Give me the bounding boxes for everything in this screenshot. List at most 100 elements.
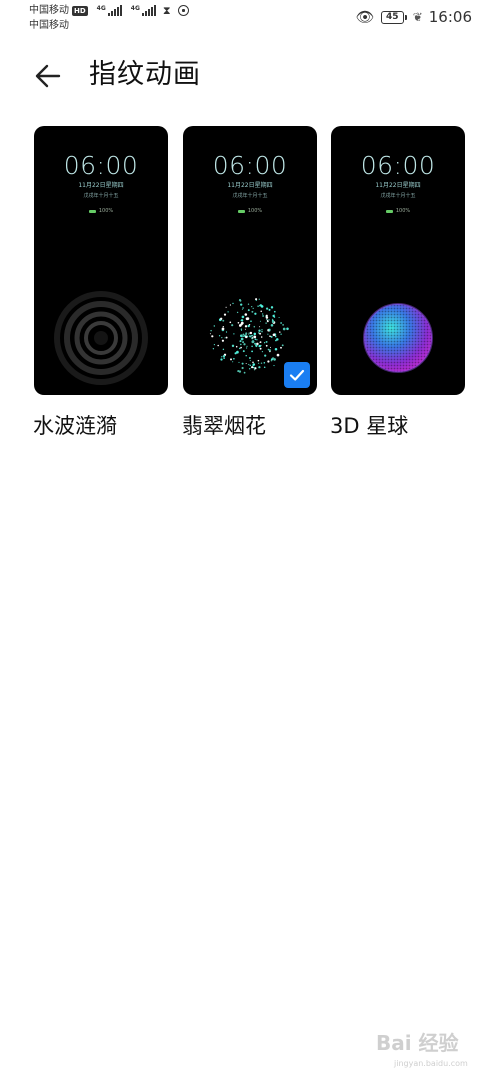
firework-spark [242,350,245,353]
firework-spark [235,345,238,348]
firework-spark [245,347,248,349]
firework-spark [245,332,248,335]
firework-spark [233,357,235,360]
firework-spark [251,350,253,353]
firework-spark [259,320,261,322]
firework-spark [238,324,242,327]
firework-spark [240,337,244,341]
firework-spark [286,327,289,331]
firework-spark [278,316,280,319]
preview-lunar-date: 戊戌年十月十五 [83,193,119,199]
firework-spark [234,352,237,355]
firework-spark [243,343,246,346]
option-label-planet[interactable]: 3D 星球 [330,412,408,440]
firework-spark [252,361,254,364]
preview-lunar-date: 戊戌年十月十五 [380,193,416,199]
firework-spark [231,324,234,327]
clock: 16:06 [428,8,472,26]
baidu-jingyan-watermark: Bai 经验 jingyan.baidu.com [376,1031,468,1068]
firework-spark [223,313,227,316]
firework-spark [274,348,278,351]
firework-spark [240,328,243,330]
back-button[interactable] [30,58,66,94]
firework-spark [268,308,271,311]
selected-checkbox[interactable] [284,362,310,388]
option-card-ripple[interactable]: 06:00 11月22日星期四 戊戌年十月十五 100% [34,126,168,395]
firework-spark [241,362,244,365]
firework-spark [249,331,253,335]
firework-spark [282,324,284,326]
circle-status-icon [177,5,189,16]
firework-spark [268,319,270,321]
firework-spark [251,345,253,348]
firework-spark [243,371,246,374]
option-card-planet[interactable]: 06:00 11月22日星期四 戊戌年十月十五 100% [331,126,465,395]
preview-battery: 100% [183,208,317,214]
firework-spark [281,344,284,347]
firework-spark [238,361,240,363]
firework-spark [218,335,221,337]
firework-spark [244,313,248,316]
firework-spark [253,332,257,336]
firework-spark [254,367,257,370]
firework-spark [252,307,254,310]
firework-spark [247,309,250,312]
firework-spark [252,363,256,366]
preview-time: 06:00 [212,151,288,180]
firework-spark [279,331,281,333]
firework-spark [232,302,234,305]
firework-spark [251,366,254,369]
hd-badge: HD [72,5,88,16]
planet-animation-preview [363,303,433,373]
option-card-fireworks[interactable]: 06:00 11月22日星期四 戊戌年十月十五 100% [183,126,317,395]
firework-spark [276,353,280,357]
firework-spark [229,304,231,306]
firework-spark [270,359,273,362]
firework-spark [256,339,258,341]
firework-spark [265,307,269,310]
firework-spark [263,342,266,344]
firework-spark [229,321,232,324]
firework-spark [222,325,224,328]
firework-spark [249,364,251,366]
firework-spark [266,319,268,321]
firework-spark [270,324,274,327]
battery-level: 45 [380,10,404,24]
firework-spark [282,327,286,331]
firework-spark [241,366,244,370]
firework-spark [257,362,260,364]
firework-spark [240,346,242,349]
firework-spark [225,306,227,308]
firework-spark [220,317,223,320]
firework-spark [280,322,282,324]
firework-spark [244,328,246,330]
firework-spark [269,346,272,348]
firework-spark [258,344,261,348]
firework-spark [222,355,226,358]
firework-spark [245,354,247,357]
preview-date: 11月22日星期四 [227,182,273,189]
signal-icon-1: 4G [97,5,122,16]
firework-spark [265,322,267,324]
firework-spark [242,341,245,344]
firework-spark [247,324,250,328]
firework-spark [248,368,251,370]
firework-spark [212,348,215,350]
firework-spark [221,337,223,339]
firework-spark [262,315,264,317]
firework-spark [248,357,251,359]
firework-spark [237,321,240,324]
svg-text:Bai 经验: Bai 经验 [376,1031,459,1055]
firework-spark [246,335,249,337]
firework-spark [268,328,271,331]
option-label-fireworks[interactable]: 翡翠烟花 [182,412,266,440]
firework-spark [268,349,271,352]
option-label-ripple[interactable]: 水波涟漪 [33,412,117,440]
firework-spark [241,308,243,310]
firework-spark [263,362,266,364]
firework-spark [272,314,275,318]
eye-icon: 👁 [355,7,375,26]
firework-spark [259,326,261,328]
preview-date: 11月22日星期四 [375,182,421,189]
firework-spark [259,332,262,335]
